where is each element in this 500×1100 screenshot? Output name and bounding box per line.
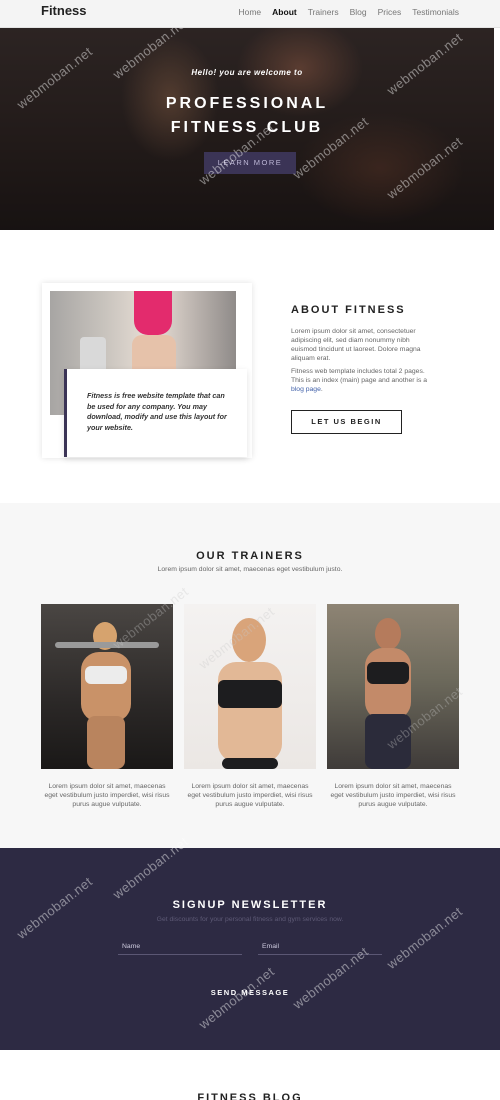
nav-item-blog[interactable]: Blog [350, 7, 367, 17]
trainer-1-bar [55, 642, 159, 648]
about-quote-card: Fitness is free website template that ca… [64, 369, 247, 457]
trainer-3-body [365, 648, 411, 720]
trainer-3-legs [365, 714, 411, 769]
hero-content: Hello! you are welcome to PROFESSIONAL F… [0, 28, 494, 230]
about-paragraph-1: Lorem ipsum dolor sit amet, consectetuer… [291, 328, 421, 362]
trainer-3-top [367, 662, 409, 684]
about-title: ABOUT FITNESS [291, 304, 406, 316]
trainers-title: OUR TRAINERS [196, 550, 304, 562]
trainers-section: OUR TRAINERS Lorem ipsum dolor sit amet,… [0, 503, 500, 848]
let-us-begin-button[interactable]: LET US BEGIN [291, 410, 402, 434]
about-paragraph-2-text: Fitness web template includes total 2 pa… [291, 368, 428, 384]
trainer-photo-3[interactable] [327, 604, 459, 769]
trainer-photo-2[interactable] [184, 604, 316, 769]
hero-banner: Hello! you are welcome to PROFESSIONAL F… [0, 28, 494, 230]
nav-item-about[interactable]: About [272, 7, 297, 17]
newsletter-title: SIGNUP NEWSLETTER [172, 899, 328, 911]
nav-item-trainers[interactable]: Trainers [308, 7, 339, 17]
send-message-button[interactable]: SEND MESSAGE [190, 982, 310, 1002]
trainer-1-text: Lorem ipsum dolor sit amet, maecenas ege… [44, 783, 170, 808]
learn-more-button[interactable]: LEARN MORE [204, 152, 296, 174]
trainer-1-body [81, 652, 131, 722]
pink-top-shape [134, 291, 172, 335]
trainer-2-body [218, 662, 282, 762]
top-navbar: Fitness Home About Trainers Blog Prices … [0, 0, 500, 28]
trainer-1-top [85, 666, 127, 684]
hero-title-line2: FITNESS CLUB [170, 119, 324, 136]
newsletter-subtitle: Get discounts for your personal fitness … [156, 916, 344, 923]
hero-title-line1: PROFESSIONAL [165, 95, 329, 112]
hero-greeting: Hello! you are welcome to [191, 68, 303, 77]
trainer-1-legs [87, 716, 125, 769]
trainer-2-text: Lorem ipsum dolor sit amet, maecenas ege… [187, 783, 313, 808]
nav-item-testimonials[interactable]: Testimonials [412, 7, 459, 17]
nav-item-home[interactable]: Home [238, 7, 261, 17]
trainers-subtitle: Lorem ipsum dolor sit amet, maecenas ege… [157, 566, 343, 573]
trainer-2-head [232, 618, 266, 662]
nav-item-prices[interactable]: Prices [378, 7, 402, 17]
brand-logo[interactable]: Fitness [41, 3, 87, 18]
trainer-2-top [218, 680, 282, 708]
about-paragraph-2: Fitness web template includes total 2 pa… [291, 367, 431, 394]
trainer-photo-1[interactable] [41, 604, 173, 769]
trainer-3-head [375, 618, 401, 650]
trainer-2-bottom [222, 758, 278, 769]
blog-title: FITNESS BLOG [197, 1092, 303, 1100]
about-paragraph-2-end: . [320, 386, 323, 393]
hero-title: PROFESSIONAL FITNESS CLUB [0, 92, 494, 140]
name-input[interactable] [118, 938, 242, 955]
nav-menu: Home About Trainers Blog Prices Testimon… [238, 7, 459, 17]
trainer-3-text: Lorem ipsum dolor sit amet, maecenas ege… [330, 783, 456, 808]
email-input[interactable] [258, 938, 382, 955]
about-quote-text: Fitness is free website template that ca… [87, 391, 227, 432]
newsletter-section: SIGNUP NEWSLETTER Get discounts for your… [0, 848, 500, 1050]
blog-page-link[interactable]: blog page [291, 386, 321, 393]
